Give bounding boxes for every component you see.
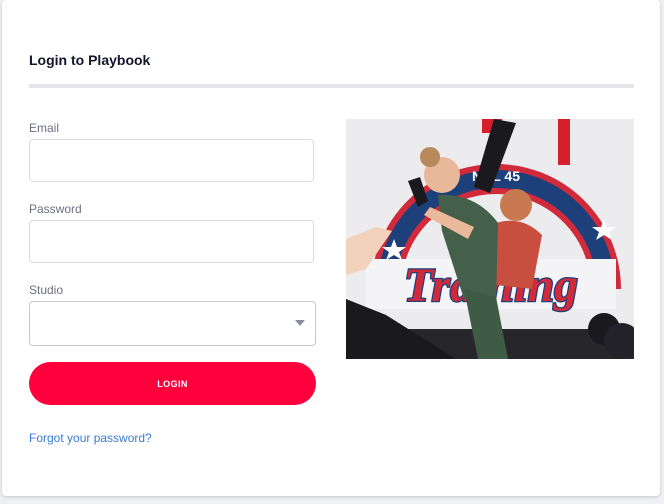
login-card: Login to Playbook Email Password Studio … <box>2 0 660 496</box>
chevron-down-icon[interactable] <box>295 320 305 326</box>
studio-label: Studio <box>29 283 64 297</box>
email-field[interactable] <box>29 139 314 182</box>
login-button[interactable]: LOGIN <box>29 362 316 405</box>
studio-select[interactable] <box>29 301 316 346</box>
forgot-password-link[interactable]: Forgot your password? <box>29 431 152 445</box>
page-title: Login to Playbook <box>29 52 151 68</box>
email-label: Email <box>29 121 60 135</box>
password-field[interactable] <box>29 220 314 263</box>
title-divider <box>29 84 634 88</box>
password-label: Password <box>29 202 82 216</box>
hero-image: NAL 45 Training <box>346 119 634 359</box>
